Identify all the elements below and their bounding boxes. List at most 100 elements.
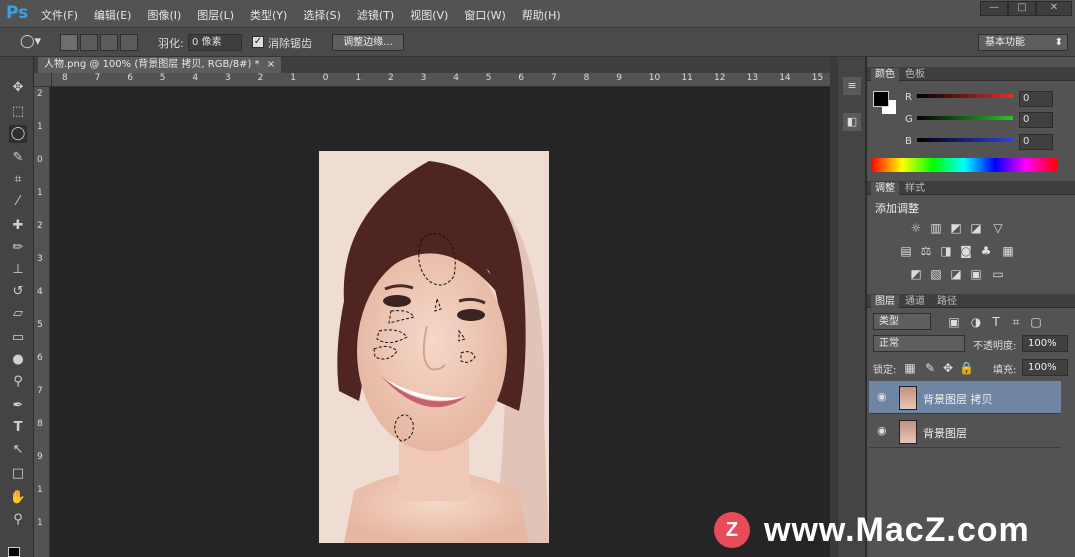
- color-spectrum-bar[interactable]: [871, 158, 1057, 172]
- menu-edit[interactable]: 编辑(E): [94, 7, 132, 23]
- tab-adjustments[interactable]: 调整: [871, 182, 899, 195]
- filter-pixel-icon[interactable]: ▣: [947, 315, 961, 329]
- tab-paths[interactable]: 路径: [933, 295, 961, 308]
- levels-icon[interactable]: ▥: [929, 221, 943, 235]
- photo-filter-icon[interactable]: ◙: [959, 244, 973, 258]
- lock-transparent-icon[interactable]: ▦: [903, 361, 917, 375]
- channel-g-input[interactable]: 0: [1019, 112, 1053, 128]
- history-brush-tool-icon[interactable]: ↺: [9, 283, 27, 301]
- properties-panel-icon[interactable]: ◧: [843, 113, 861, 131]
- zoom-tool-icon[interactable]: ⚲: [9, 511, 27, 529]
- brush-tool-icon[interactable]: ✏: [9, 239, 27, 257]
- marquee-tool-icon[interactable]: ⬚: [9, 103, 27, 121]
- posterize-icon[interactable]: ▧: [929, 267, 943, 281]
- tab-channels[interactable]: 通道: [901, 295, 929, 308]
- shape-tool-icon[interactable]: □: [9, 465, 27, 483]
- eye-icon[interactable]: ◉: [877, 390, 887, 403]
- new-selection-button[interactable]: [60, 34, 78, 51]
- eraser-tool-icon[interactable]: ▱: [9, 305, 27, 323]
- foreground-color-swatch[interactable]: [8, 547, 20, 557]
- hand-tool-icon[interactable]: ✋: [9, 489, 27, 507]
- filter-type-icon[interactable]: T: [989, 315, 1003, 329]
- gradient-map-icon[interactable]: ▭: [991, 267, 1005, 281]
- lock-position-icon[interactable]: ✥: [941, 361, 955, 375]
- lock-label: 锁定:: [873, 365, 897, 376]
- filter-adjust-icon[interactable]: ◑: [969, 315, 983, 329]
- invert-icon[interactable]: ◩: [909, 267, 923, 281]
- channel-b-slider[interactable]: [917, 138, 1013, 142]
- channel-r-input[interactable]: 0: [1019, 91, 1053, 107]
- tab-swatches[interactable]: 色板: [901, 68, 929, 81]
- tab-layers[interactable]: 图层: [871, 295, 899, 308]
- color-balance-icon[interactable]: ⚖: [919, 244, 933, 258]
- hue-saturation-icon[interactable]: ▤: [899, 244, 913, 258]
- color-lookup-icon[interactable]: ▦: [1001, 244, 1015, 258]
- dodge-tool-icon[interactable]: ⚲: [9, 373, 27, 391]
- subtract-selection-button[interactable]: [100, 34, 118, 51]
- filter-shape-icon[interactable]: ⌗: [1009, 315, 1023, 329]
- ruler-tick-label: 6: [518, 73, 525, 83]
- menu-file[interactable]: 文件(F): [41, 7, 78, 23]
- antialias-checkbox[interactable]: ✓: [252, 36, 264, 48]
- stamp-tool-icon[interactable]: ⊥: [9, 261, 27, 279]
- close-icon[interactable]: ×: [267, 59, 275, 70]
- tab-styles[interactable]: 样式: [901, 182, 929, 195]
- curves-icon[interactable]: ◩: [949, 221, 963, 235]
- add-selection-button[interactable]: [80, 34, 98, 51]
- menu-view[interactable]: 视图(V): [410, 7, 448, 23]
- gradient-tool-icon[interactable]: ▭: [9, 329, 27, 347]
- tab-color[interactable]: 颜色: [871, 68, 899, 81]
- brightness-icon[interactable]: ☼: [909, 221, 923, 235]
- eye-icon[interactable]: ◉: [877, 424, 887, 437]
- document-tab[interactable]: 人物.png @ 100% (背景图层 拷贝, RGB/8#) * ×: [38, 57, 282, 73]
- fill-input[interactable]: 100%: [1022, 359, 1068, 376]
- threshold-icon[interactable]: ◪: [949, 267, 963, 281]
- opacity-input[interactable]: 100%: [1022, 335, 1068, 352]
- blur-tool-icon[interactable]: ●: [9, 351, 27, 369]
- menu-image[interactable]: 图像(I): [147, 7, 181, 23]
- menu-layer[interactable]: 图层(L): [197, 7, 234, 23]
- crop-tool-icon[interactable]: ⌗: [9, 171, 27, 189]
- channel-mixer-icon[interactable]: ♣: [979, 244, 993, 258]
- layer-thumbnail: [899, 386, 917, 410]
- lock-image-icon[interactable]: ✎: [923, 361, 937, 375]
- selective-color-icon[interactable]: ▣: [969, 267, 983, 281]
- history-panel-icon[interactable]: ≡: [843, 77, 861, 95]
- type-tool-icon[interactable]: T: [9, 419, 27, 437]
- channel-g-slider[interactable]: [917, 116, 1013, 120]
- filter-smart-icon[interactable]: ▢: [1029, 315, 1043, 329]
- healing-brush-tool-icon[interactable]: ✚: [9, 217, 27, 235]
- blend-mode-select[interactable]: 正常: [873, 335, 965, 352]
- refine-edge-button[interactable]: 调整边缘...: [332, 34, 404, 51]
- photo-portrait[interactable]: [319, 151, 549, 543]
- black-white-icon[interactable]: ◨: [939, 244, 953, 258]
- workspace-select[interactable]: 基本功能 ⬍: [978, 34, 1068, 51]
- exposure-icon[interactable]: ◪: [969, 221, 983, 235]
- minimize-button[interactable]: —: [980, 1, 1008, 16]
- feather-input[interactable]: 0 像素: [188, 34, 242, 51]
- pen-tool-icon[interactable]: ✒: [9, 397, 27, 415]
- menu-type[interactable]: 类型(Y): [250, 7, 287, 23]
- menu-filter[interactable]: 滤镜(T): [357, 7, 394, 23]
- move-tool-icon[interactable]: ✥: [9, 79, 27, 97]
- channel-r-slider[interactable]: [917, 94, 1013, 98]
- quick-select-tool-icon[interactable]: ✎: [9, 149, 27, 167]
- maximize-button[interactable]: □: [1008, 1, 1036, 16]
- layer-filter-select[interactable]: 类型: [873, 313, 931, 330]
- eyedropper-tool-icon[interactable]: ⁄: [9, 193, 27, 211]
- ruler-tick-label: 6: [37, 353, 43, 363]
- canvas-scroll-strip[interactable]: [830, 57, 838, 557]
- close-window-button[interactable]: ✕: [1036, 1, 1072, 16]
- vibrance-icon[interactable]: ▽: [991, 221, 1005, 235]
- lasso-tool-preset[interactable]: ◯▾: [20, 34, 52, 51]
- channel-b-input[interactable]: 0: [1019, 134, 1053, 150]
- lasso-tool-icon[interactable]: ◯: [9, 125, 27, 143]
- layer-row-selected[interactable]: ◉ 背景图层 拷贝: [869, 381, 1061, 414]
- path-select-tool-icon[interactable]: ↖: [9, 441, 27, 459]
- lock-all-icon[interactable]: 🔒: [959, 361, 974, 375]
- menu-window[interactable]: 窗口(W): [464, 7, 505, 23]
- layer-row[interactable]: ◉ 背景图层: [869, 415, 1061, 448]
- menu-help[interactable]: 帮助(H): [522, 7, 561, 23]
- menu-select[interactable]: 选择(S): [303, 7, 341, 23]
- intersect-selection-button[interactable]: [120, 34, 138, 51]
